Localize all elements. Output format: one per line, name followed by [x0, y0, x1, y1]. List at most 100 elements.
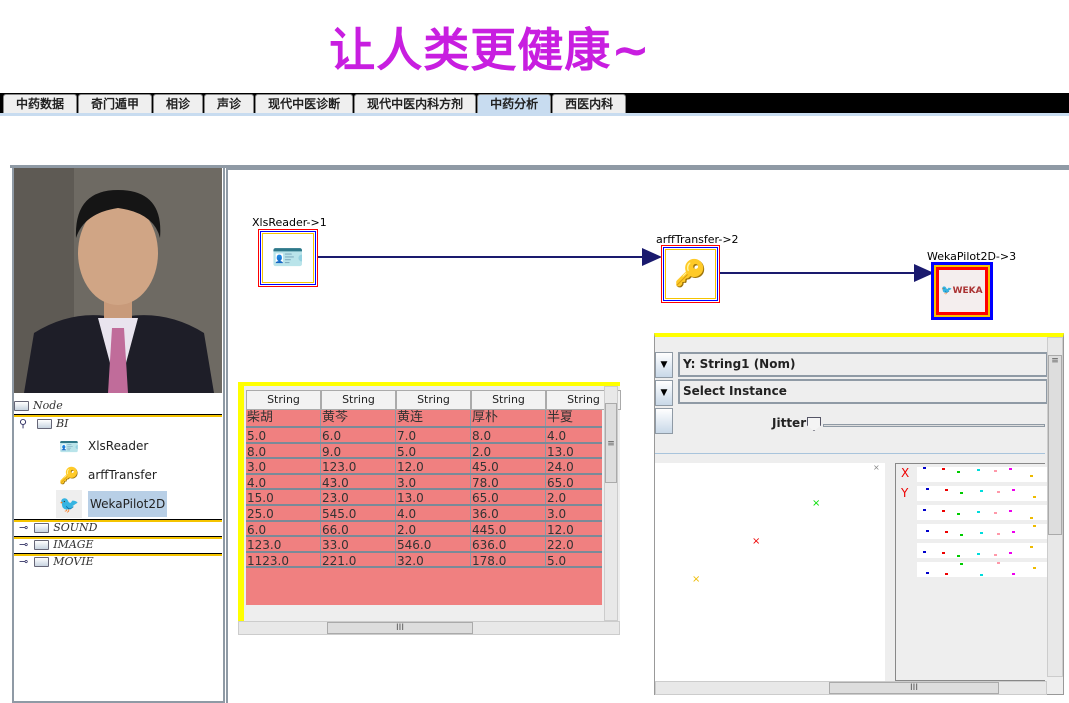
strip-point [926, 488, 929, 490]
attribute-strip[interactable] [917, 562, 1047, 577]
jitter-slider-track[interactable] [823, 424, 1045, 427]
table-cell: 黄连 [396, 410, 471, 426]
y-axis-select[interactable]: Y: String1 (Nom) [678, 352, 1048, 377]
attribute-strip[interactable] [917, 467, 1047, 482]
column-header[interactable]: String [396, 390, 471, 410]
table-row[interactable]: 25.0 545.0 4.0 36.0 3.0 [246, 506, 602, 522]
table-cell: 黄芩 [321, 410, 396, 426]
table-cell: 65.0 [471, 490, 546, 504]
table-cell: 4.0 [396, 506, 471, 520]
strip-point [994, 554, 997, 556]
legend-y: Y [901, 486, 909, 500]
table-cell: 636.0 [471, 537, 546, 551]
vertical-scrollbar[interactable]: ≡ [1047, 337, 1063, 677]
strip-point [960, 534, 963, 536]
strip-point [980, 532, 983, 534]
table-cell: 8.0 [471, 428, 546, 442]
scrollbar-thumb[interactable]: III [829, 682, 999, 694]
key-icon: 🔑 [665, 249, 716, 299]
horizontal-scrollbar[interactable]: III [655, 681, 1047, 695]
table-row[interactable]: 6.0 66.0 2.0 445.0 12.0 [246, 521, 602, 538]
data-point: × [812, 498, 821, 509]
column-header[interactable]: String [321, 390, 396, 410]
strip-point [957, 555, 960, 557]
table-row[interactable]: 5.0 6.0 7.0 8.0 4.0 [246, 428, 602, 444]
table-cell: 33.0 [321, 537, 396, 551]
attribute-strip[interactable] [917, 486, 1047, 501]
table-cell: 3.0 [246, 459, 321, 473]
attribute-strip[interactable] [917, 524, 1047, 539]
strip-point [957, 471, 960, 473]
dropdown-arrow-icon[interactable]: ▼ [655, 380, 673, 406]
column-header[interactable]: String [471, 390, 546, 410]
table-cell: 22.0 [546, 537, 602, 551]
strip-point [942, 552, 945, 554]
select-instance-dropdown[interactable]: Select Instance [678, 379, 1048, 404]
table-cell: 厚朴 [471, 410, 546, 426]
strip-point [977, 553, 980, 555]
table-cell: 546.0 [396, 537, 471, 551]
data-table: String String String String String 柴胡 黄芩 黄连 厚朴 半夏… [238, 382, 621, 635]
button[interactable] [655, 408, 673, 434]
table-cell: 6.0 [246, 521, 321, 536]
table-row[interactable]: 1123.0 221.0 32.0 178.0 5.0 [246, 552, 602, 569]
jitter-label: Jitter [772, 416, 807, 430]
strip-point [945, 489, 948, 491]
close-icon[interactable]: × [873, 463, 880, 472]
strip-point [1030, 546, 1033, 548]
table-cell: 178.0 [471, 552, 546, 567]
column-header[interactable]: String [246, 390, 321, 410]
attribute-strip[interactable] [917, 543, 1047, 558]
attribute-strip[interactable] [917, 505, 1047, 520]
table-row[interactable]: 3.0 123.0 12.0 45.0 24.0 [246, 459, 602, 475]
table-row[interactable]: 4.0 43.0 3.0 78.0 65.0 [246, 474, 602, 491]
table-cell: 221.0 [321, 552, 396, 567]
strip-point [1012, 531, 1015, 533]
table-cell: 43.0 [321, 474, 396, 489]
table-cell: 78.0 [471, 474, 546, 489]
strip-point [960, 492, 963, 494]
table-cell: 8.0 [246, 443, 321, 458]
table-row[interactable]: 15.0 23.0 13.0 65.0 2.0 [246, 490, 602, 506]
table-row[interactable]: 8.0 9.0 5.0 2.0 13.0 [246, 443, 602, 460]
strip-point [1033, 525, 1036, 527]
scrollbar-thumb[interactable]: III [327, 622, 473, 634]
table-cell: 65.0 [546, 475, 602, 489]
table-row[interactable]: 柴胡 黄芩 黄连 厚朴 半夏 [246, 410, 602, 428]
horizontal-scrollbar[interactable]: III [238, 621, 620, 635]
strip-point [1030, 517, 1033, 519]
flow-node-wekapilot2d[interactable]: 🐦WEKA [931, 262, 993, 320]
table-cell: 32.0 [396, 552, 471, 567]
vertical-scrollbar[interactable]: ≡ [604, 386, 618, 621]
strip-point [994, 470, 997, 472]
id-card-icon: 🪪 [262, 233, 314, 283]
dropdown-arrow-icon[interactable]: ▼ [655, 352, 673, 378]
strip-point [926, 572, 929, 574]
strip-point [923, 509, 926, 511]
table-cell: 545.0 [321, 506, 396, 520]
table-cell: 15.0 [246, 490, 321, 504]
strip-point [923, 551, 926, 553]
strip-point [977, 469, 980, 471]
scrollbar-thumb[interactable]: ≡ [605, 403, 617, 483]
table-cell: 3.0 [546, 506, 602, 520]
table-row[interactable]: 123.0 33.0 546.0 636.0 22.0 [246, 537, 602, 553]
jitter-slider-thumb[interactable] [807, 417, 821, 431]
table-cell: 45.0 [471, 459, 546, 473]
strip-point [923, 467, 926, 469]
attribute-panel: X Y [895, 463, 1047, 681]
strip-point [997, 562, 1000, 564]
table-cell: 9.0 [321, 443, 396, 458]
table-cell: 12.0 [546, 522, 602, 536]
table-cell: 4.0 [246, 474, 321, 489]
strip-point [994, 512, 997, 514]
strip-point [942, 468, 945, 470]
table-cell: 123.0 [321, 459, 396, 473]
flow-node-xlsreader[interactable]: 🪪 [258, 229, 318, 287]
table-cell: 23.0 [321, 490, 396, 504]
flow-node-arfftransfer[interactable]: 🔑 [661, 245, 720, 303]
scatter-plot[interactable]: × × × × [655, 463, 885, 681]
table-cell: 1123.0 [246, 552, 321, 567]
table-cell: 13.0 [396, 490, 471, 504]
strip-point [945, 531, 948, 533]
